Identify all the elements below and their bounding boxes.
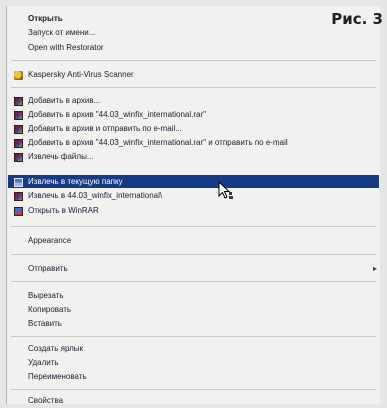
menu-item-label: Добавить в архив "44.03_winfix_internati… (28, 138, 288, 147)
menu-item-create-shortcut[interactable]: Создать ярлык (8, 342, 379, 356)
menu-separator (11, 226, 376, 227)
menu-item-label: Копировать (28, 305, 72, 314)
winrar-archive-icon (14, 97, 23, 106)
menu-item-rename[interactable]: Переименовать (8, 370, 379, 384)
menu-item-extract-to-folder[interactable]: Извлечь в 44.03_winfix_international\ (8, 189, 379, 203)
menu-separator (11, 87, 376, 88)
menu-item-cut[interactable]: Вырезать (8, 289, 379, 303)
submenu-arrow-icon: ▸ (372, 264, 377, 273)
menu-item-label: Вставить (28, 319, 62, 328)
menu-item-delete[interactable]: Удалить (8, 356, 379, 370)
winrar-archive-icon (14, 111, 23, 120)
menu-item-extract-here[interactable]: Извлечь в текущую папку (8, 175, 379, 188)
winrar-archive-icon (14, 153, 23, 162)
menu-separator (11, 389, 376, 390)
menu-item-add-and-email[interactable]: Добавить в архив и отправить по e-mail..… (8, 122, 379, 136)
menu-item-appearance[interactable]: Appearance (8, 234, 379, 248)
menu-item-paste[interactable]: Вставить (8, 317, 379, 331)
menu-item-label: Добавить в архив "44.03_winfix_internati… (28, 110, 206, 119)
menu-item-properties[interactable]: Свойства (8, 394, 379, 408)
menu-separator (11, 281, 376, 282)
menu-item-add-to-named-archive[interactable]: Добавить в архив "44.03_winfix_internati… (8, 108, 379, 122)
menu-item-add-named-and-email[interactable]: Добавить в архив "44.03_winfix_internati… (8, 136, 379, 150)
menu-item-kaspersky-scan[interactable]: Kaspersky Anti-Virus Scanner (8, 68, 379, 82)
menu-item-label: Open with Restorator (28, 43, 104, 52)
menu-item-label: Запуск от имени... (28, 28, 96, 37)
menu-separator (11, 60, 376, 61)
winrar-archive-icon (14, 125, 23, 134)
extract-icon (14, 178, 23, 187)
menu-item-open[interactable]: Открыть (8, 12, 379, 26)
menu-item-label: Добавить в архив... (28, 96, 101, 105)
menu-item-label: Извлечь файлы... (28, 152, 94, 161)
winrar-archive-icon (14, 139, 23, 148)
menu-item-label: Вырезать (28, 291, 64, 300)
context-menu: Открыть Запуск от имени... Open with Res… (6, 6, 380, 405)
menu-item-label: Извлечь в 44.03_winfix_international\ (28, 191, 163, 200)
menu-item-label: Извлечь в текущую папку (28, 177, 123, 186)
menu-item-label: Appearance (28, 236, 72, 245)
menu-separator (11, 254, 376, 255)
winrar-archive-icon (14, 192, 23, 201)
menu-item-label: Добавить в архив и отправить по e-mail..… (28, 124, 182, 133)
menu-item-send-to[interactable]: Отправить ▸ (8, 262, 379, 276)
menu-item-label: Переименовать (28, 372, 87, 381)
kaspersky-icon (14, 71, 23, 80)
menu-item-label: Отправить (28, 264, 68, 273)
menu-item-open-with-restorator[interactable]: Open with Restorator (8, 41, 379, 55)
menu-item-run-as[interactable]: Запуск от имени... (8, 26, 379, 40)
menu-item-label: Удалить (28, 358, 59, 367)
mouse-cursor-icon (218, 181, 233, 199)
winrar-icon (14, 207, 23, 216)
menu-item-label: Создать ярлык (28, 344, 84, 353)
menu-separator (11, 336, 376, 337)
menu-item-open-in-winrar[interactable]: Открыть в WinRAR (8, 204, 379, 218)
menu-item-label: Kaspersky Anti-Virus Scanner (28, 70, 134, 79)
menu-item-copy[interactable]: Копировать (8, 303, 379, 317)
menu-item-label: Открыть (28, 14, 63, 23)
menu-item-label: Открыть в WinRAR (28, 206, 99, 215)
menu-item-label: Свойства (28, 396, 64, 405)
menu-item-add-to-archive[interactable]: Добавить в архив... (8, 94, 379, 108)
figure-label: Рис. 3 (331, 10, 383, 28)
menu-item-extract-files[interactable]: Извлечь файлы... (8, 150, 379, 164)
